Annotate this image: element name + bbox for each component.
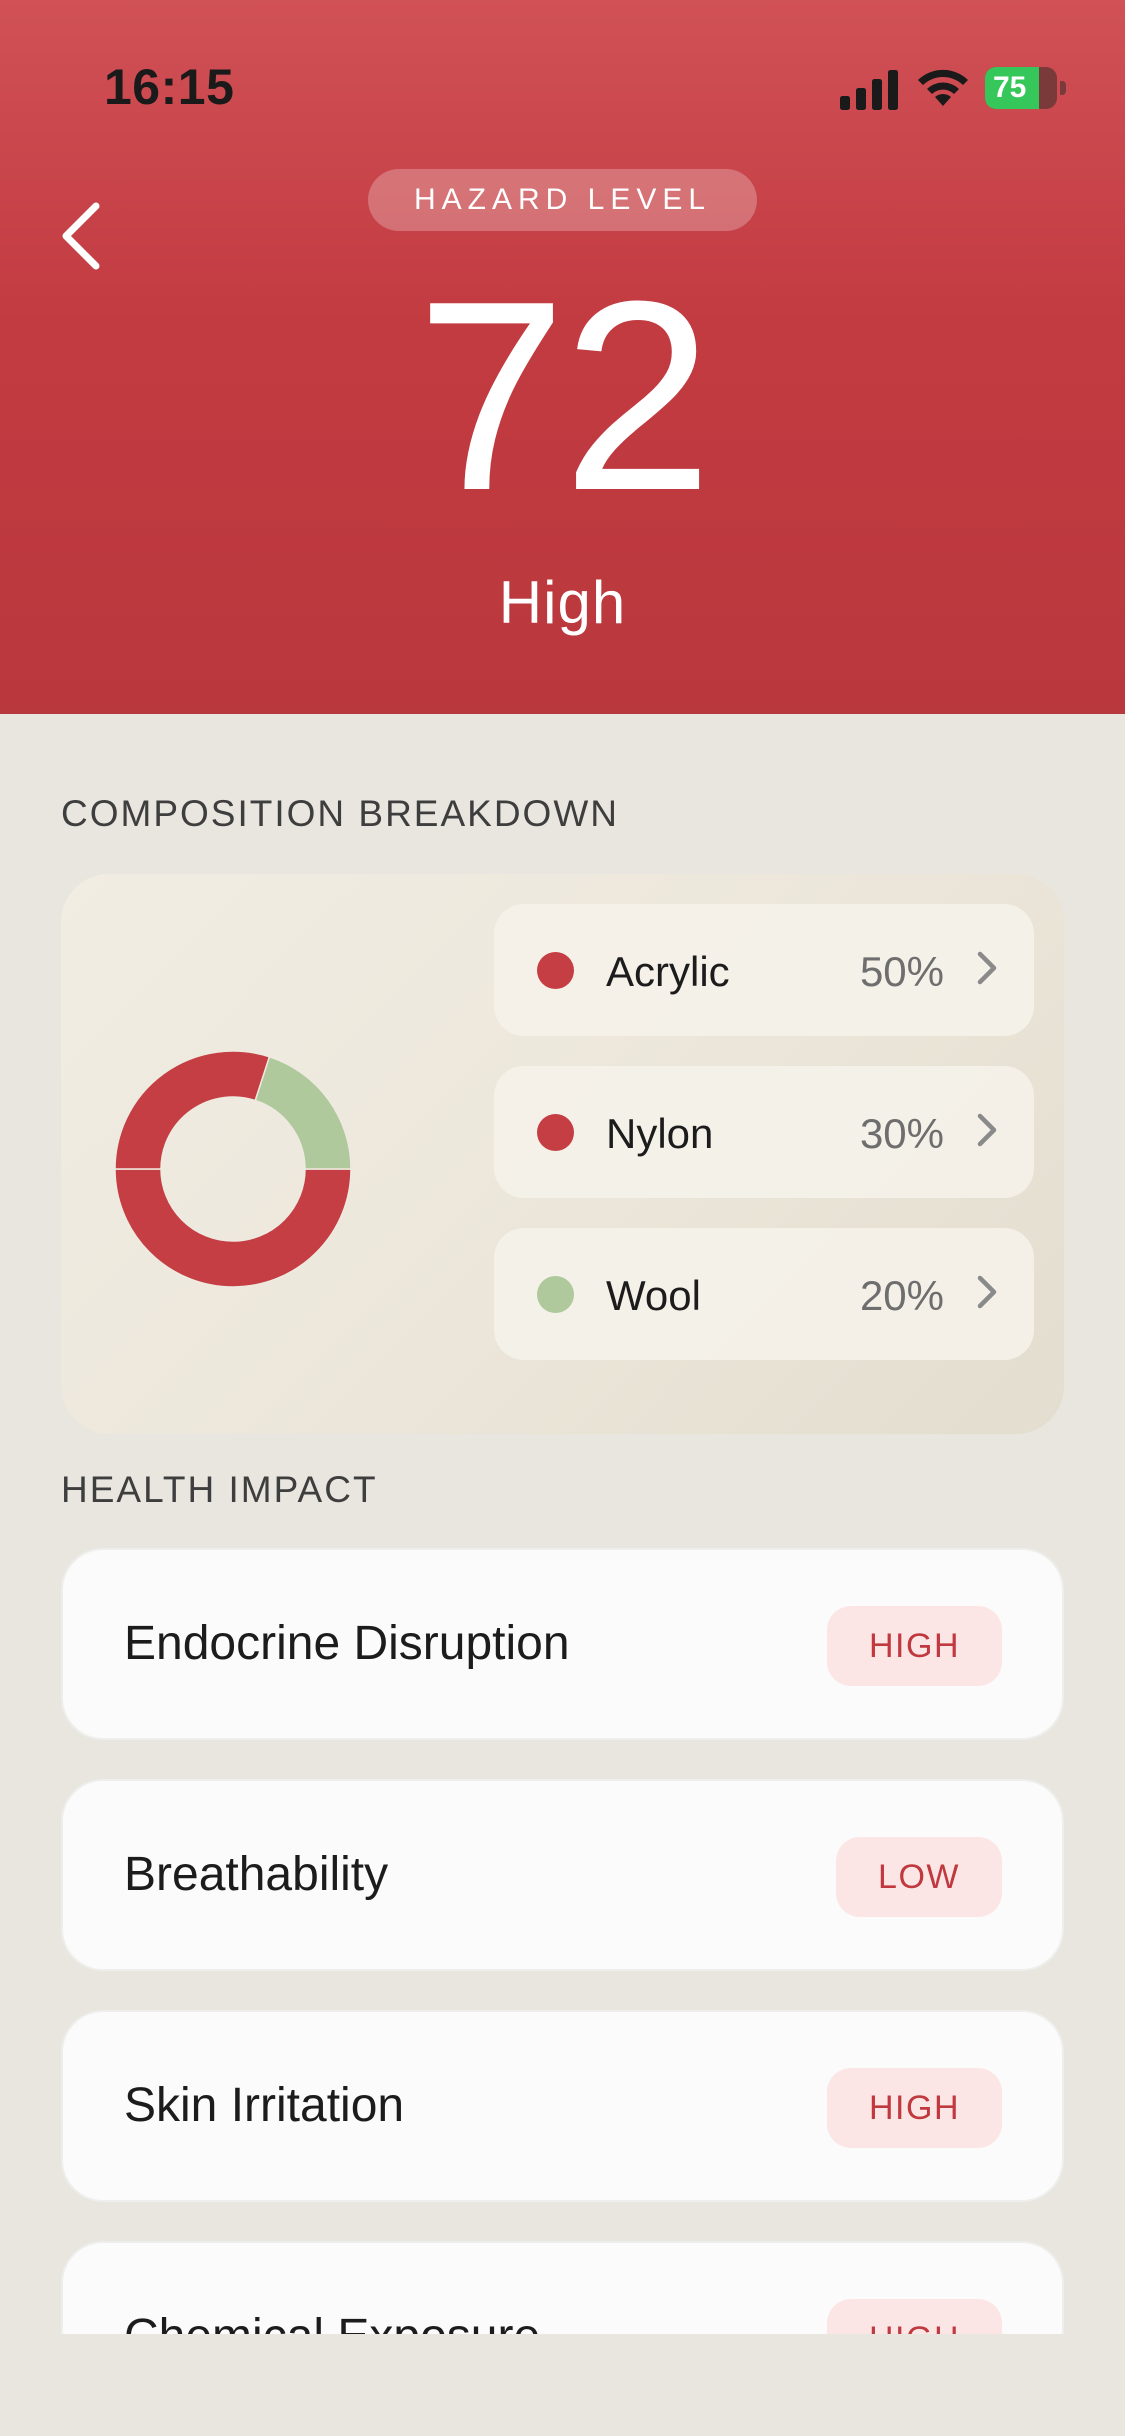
wifi-icon [918,69,968,106]
impact-badge: LOW [836,1837,1002,1917]
health-impact-card-breathability[interactable]: Breathability LOW [61,1779,1064,1971]
composition-percent: 50% [859,948,944,995]
composition-percent: 30% [859,1110,944,1157]
product-hazard-screen: 16:15 75 HAZARD LEVEL 72 High COMPOSITIO… [0,0,1125,2436]
composition-percent: 20% [859,1272,944,1319]
status-bar: 16:15 75 [0,0,1125,170]
donut-segment-nylon [114,1050,271,1170]
donut-segment-wool [254,1055,352,1170]
legend-dot [537,1276,574,1313]
composition-section-title: COMPOSITION BREAKDOWN [61,793,619,834]
impact-badge: HIGH [827,2068,1002,2148]
composition-donut-chart [114,1050,352,1288]
legend-dot [537,952,574,989]
chevron-right-icon [977,1275,997,1309]
battery-icon: 75 [985,67,1067,109]
hazard-level-text: High [498,569,627,636]
composition-card: Acrylic 50% Nylon 30% Wool 20% [61,874,1064,1434]
hazard-header: 16:15 75 HAZARD LEVEL 72 High [0,0,1125,714]
hazard-score: 72 [416,246,712,547]
chevron-right-icon [977,1113,997,1147]
impact-badge: HIGH [827,1606,1002,1686]
composition-name: Nylon [606,1110,714,1157]
donut-segment-acrylic [114,1168,352,1288]
health-impact-card-skin[interactable]: Skin Irritation HIGH [61,2010,1064,2202]
impact-label: Breathability [124,1848,389,1901]
composition-name: Wool [606,1272,701,1319]
status-time: 16:15 [104,59,235,115]
battery-level: 75 [993,71,1027,104]
cellular-signal-icon [840,70,898,110]
legend-dot [537,1114,574,1151]
impact-label: Endocrine Disruption [124,1617,570,1670]
composition-row-nylon[interactable]: Nylon 30% [494,1066,1034,1198]
scroll-clip-area [0,2334,1125,2436]
health-impact-card-endocrine[interactable]: Endocrine Disruption HIGH [61,1548,1064,1740]
health-section-title: HEALTH IMPACT [61,1469,378,1510]
composition-name: Acrylic [606,948,730,995]
chevron-right-icon [977,951,997,985]
composition-row-wool[interactable]: Wool 20% [494,1228,1034,1360]
composition-row-acrylic[interactable]: Acrylic 50% [494,904,1034,1036]
impact-label: Skin Irritation [124,2079,405,2132]
hazard-level-pill: HAZARD LEVEL [368,169,757,231]
chevron-left-icon [62,202,100,270]
